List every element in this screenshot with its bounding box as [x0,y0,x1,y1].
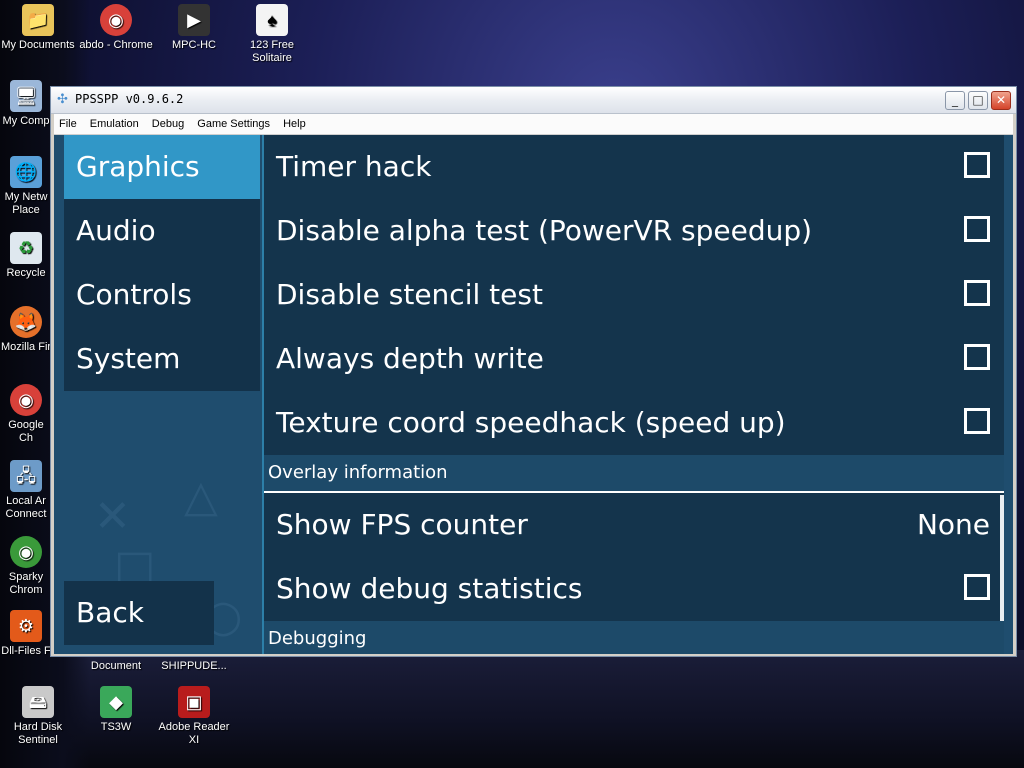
desktop-icon-dll-files[interactable]: ⚙ Dll-Files F [0,610,52,658]
chrome-icon: ◉ [10,384,42,416]
setting-timer-hack[interactable]: Timer hack [264,135,1004,199]
desktop-icon-mpc-hc[interactable]: ▶ MPC-HC [156,4,232,52]
desktop-icon-shippuden[interactable]: SHIPPUDE... [156,660,232,673]
setting-disable-stencil-test[interactable]: Disable stencil test [264,263,1004,327]
setting-label: Show debug statistics [276,572,583,605]
recycle-bin-icon: ♻ [10,232,42,264]
desktop-icon-ts3w[interactable]: ◆ TS3W [78,686,154,734]
desktop-icon-sparky-chrome[interactable]: ◉ Sparky Chrom [0,536,52,597]
timer-hack-checkbox[interactable] [964,152,990,178]
desktop-icon-google-chrome[interactable]: ◉ Google Ch [0,384,52,445]
section-overlay-information: Overlay information [264,455,1004,493]
desktop-icon-recycle[interactable]: ♻ Recycle [0,232,52,280]
minimize-button[interactable]: _ [945,91,965,110]
desktop-icon-label: Document [90,660,142,672]
setting-label: Texture coord speedhack (speed up) [276,406,786,439]
ppsspp-icon: ✣ [57,92,68,107]
desktop-icon-label: 123 Free Solitaire [249,39,295,64]
desktop-icon-label: Mozilla Fir [0,341,52,353]
media-player-icon: ▶ [178,4,210,36]
desktop-icon-abdo-chrome[interactable]: ◉ abdo - Chrome [78,4,154,52]
maximize-button[interactable]: □ [968,91,988,110]
bg-triangle-icon: △ [184,471,218,522]
desktop-icon-label: My Netw Place [4,191,48,216]
menu-help[interactable]: Help [278,114,311,130]
setting-show-fps-counter[interactable]: Show FPS counter None [264,493,1004,557]
chrome-icon: ◉ [10,536,42,568]
desktop-icon-solitaire[interactable]: ♠ 123 Free Solitaire [234,4,310,65]
computer-icon: 🖥 [10,80,42,112]
desktop-icon-firefox[interactable]: 🦊 Mozilla Fir [0,306,52,354]
chrome-icon: ◉ [100,4,132,36]
tab-graphics[interactable]: Graphics [64,135,260,199]
always-depth-write-checkbox[interactable] [964,344,990,370]
ppsspp-window: ✣ PPSSPP v0.9.6.2 _ □ ✕ File Emulation D… [50,86,1017,657]
setting-label: Always depth write [276,342,544,375]
folder-icon: 📁 [22,4,54,36]
desktop-icon-label: Sparky Chrom [8,571,44,596]
tab-audio[interactable]: Audio [64,199,260,263]
setting-texture-coord-speedhack[interactable]: Texture coord speedhack (speed up) [264,391,1004,455]
desktop-icon-document[interactable]: Document [78,660,154,673]
desktop-icon-label: TS3W [100,721,132,733]
firefox-icon: 🦊 [10,306,42,338]
desktop-icon-label: My Comp [2,115,50,127]
window-titlebar[interactable]: ✣ PPSSPP v0.9.6.2 _ □ ✕ [51,87,1016,114]
tab-controls[interactable]: Controls [64,263,260,327]
setting-label: Disable stencil test [276,278,543,311]
desktop-icon-label: My Documents [1,39,75,51]
fps-counter-value[interactable]: None [917,493,990,557]
close-button[interactable]: ✕ [991,91,1011,110]
setting-always-depth-write[interactable]: Always depth write [264,327,1004,391]
desktop-icon-my-computer[interactable]: 🖥 My Comp [0,80,52,128]
desktop-icon-local-area[interactable]: 🖧 Local Ar Connect [0,460,52,521]
hard-disk-icon: 🖴 [22,686,54,718]
desktop-icon-my-documents[interactable]: 📁 My Documents [0,4,76,52]
desktop-icon-adobe-reader[interactable]: ▣ Adobe Reader XI [156,686,232,747]
desktop-icon-label: Local Ar Connect [5,495,47,520]
bg-cross-icon: ✕ [94,491,131,542]
gear-icon: ⚙ [10,610,42,642]
disable-stencil-test-checkbox[interactable] [964,280,990,306]
menu-debug[interactable]: Debug [147,114,189,130]
settings-screen: △ ✕ ○ □ ✕ △ □ ○ Graphics Audio Controls … [54,135,1013,654]
setting-label: Show FPS counter [276,508,528,541]
desktop-icon-label: Recycle [6,267,46,279]
texture-coord-speedhack-checkbox[interactable] [964,408,990,434]
desktop-icon-label: abdo - Chrome [79,39,153,51]
back-button[interactable]: Back [64,581,214,645]
desktop-icon-label: MPC-HC [172,39,216,51]
desktop-icon-label: Dll-Files F [1,645,51,657]
card-icon: ♠ [256,4,288,36]
setting-show-debug-statistics[interactable]: Show debug statistics [264,557,1004,621]
window-title: PPSSPP v0.9.6.2 [75,92,184,106]
network-icon: 🌐 [10,156,42,188]
desktop-icon-network[interactable]: 🌐 My Netw Place [0,156,52,217]
setting-label: Disable alpha test (PowerVR speedup) [276,214,813,247]
settings-scrollbar[interactable] [1000,495,1004,621]
sims-icon: ◆ [100,686,132,718]
disable-alpha-test-checkbox[interactable] [964,216,990,242]
desktop-icon-hard-disk-sentinel[interactable]: 🖴 Hard Disk Sentinel [0,686,76,747]
desktop-icon-label: Adobe Reader XI [158,721,230,746]
desktop-icon-label: Google Ch [8,419,44,444]
setting-label: Timer hack [276,150,432,183]
pdf-icon: ▣ [178,686,210,718]
show-debug-statistics-checkbox[interactable] [964,574,990,600]
desktop-icon-label: SHIPPUDE... [161,660,227,672]
section-debugging: Debugging [264,621,1004,654]
menu-bar: File Emulation Debug Game Settings Help [54,114,1013,135]
desktop-icon-label: Hard Disk Sentinel [13,721,63,746]
menu-file[interactable]: File [54,114,82,130]
menu-game-settings[interactable]: Game Settings [192,114,275,130]
menu-emulation[interactable]: Emulation [85,114,144,130]
network-connection-icon: 🖧 [10,460,42,492]
setting-disable-alpha-test[interactable]: Disable alpha test (PowerVR speedup) [264,199,1004,263]
tab-system[interactable]: System [64,327,260,391]
